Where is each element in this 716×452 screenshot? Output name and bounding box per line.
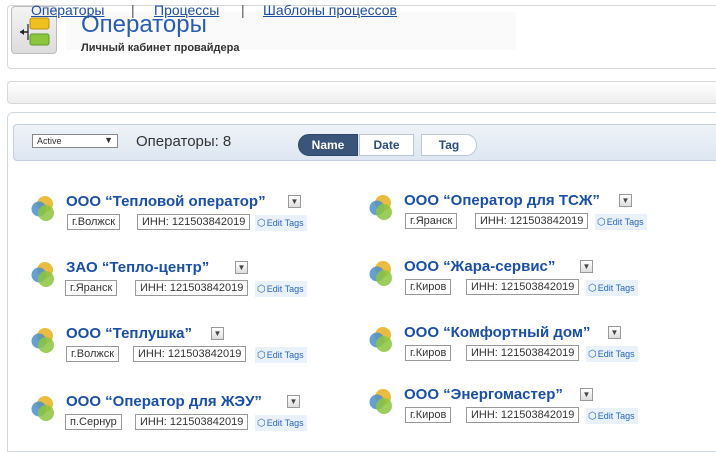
chevron-down-icon[interactable]: ▼	[235, 261, 248, 274]
edit-tags-button[interactable]: ⬡Edit Tags	[255, 215, 307, 231]
operator-name-link[interactable]: ООО “Энергомастер”	[404, 386, 563, 403]
edit-tags-button[interactable]: ⬡Edit Tags	[586, 408, 638, 424]
inn-tag: ИНН: 121503842019	[137, 214, 251, 230]
inn-tag: ИНН: 121503842019	[135, 280, 249, 296]
operator-circles-icon	[31, 196, 54, 221]
edit-tags-button[interactable]: ⬡Edit Tags	[255, 415, 307, 431]
tag-icon: ⬡	[257, 284, 266, 295]
inn-tag: ИНН: 121503842019	[466, 345, 580, 361]
operator-name-link[interactable]: ООО “Оператор для ЖЭУ”	[66, 393, 262, 410]
chevron-down-icon[interactable]: ▼	[608, 326, 621, 339]
page-subtitle: Личный кабинет провайдера	[81, 42, 240, 54]
operators-count-value: 8	[222, 133, 232, 150]
edit-tags-label: Edit Tags	[597, 349, 635, 359]
nav-separator: |	[131, 2, 135, 18]
chevron-down-icon[interactable]: ▼	[580, 388, 593, 401]
tag-icon: ⬡	[257, 350, 266, 361]
operator-circles-icon	[369, 389, 392, 414]
sort-by-date-button[interactable]: Date	[359, 134, 414, 156]
operators-count-label: Операторы:	[136, 133, 219, 150]
edit-tags-button[interactable]: ⬡Edit Tags	[595, 214, 647, 230]
edit-tags-label: Edit Tags	[597, 411, 635, 421]
nav-operators-link[interactable]: Операторы	[31, 2, 104, 18]
operators-count: Операторы: 8	[136, 133, 231, 150]
edit-tags-label: Edit Tags	[266, 350, 304, 360]
nav-processes-link[interactable]: Процессы	[154, 2, 219, 18]
chevron-down-icon[interactable]: ▼	[211, 327, 224, 340]
sort-by-tag-button[interactable]: Tag	[421, 134, 477, 156]
city-tag: г.Волжск	[66, 346, 120, 362]
chevron-down-icon[interactable]: ▼	[288, 195, 301, 208]
chevron-down-icon[interactable]: ▼	[619, 194, 632, 207]
nav-templates-link[interactable]: Шаблоны процессов	[263, 2, 397, 18]
city-tag: г.Волжск	[67, 214, 121, 230]
operator-circles-icon	[31, 396, 54, 421]
city-tag: г.Яранск	[405, 213, 458, 229]
operator-name-link[interactable]: ООО “Оператор для ТСЖ”	[404, 192, 600, 209]
city-tag: п.Сернур	[65, 414, 122, 430]
operator-circles-icon	[31, 328, 54, 353]
status-filter-value: Active	[37, 136, 62, 146]
operator-name-link[interactable]: ООО “Комфортный дом”	[404, 324, 590, 341]
operator-card: ООО “Тепловой оператор” ▼ г.Волжск ИНН: …	[31, 193, 361, 243]
city-tag: г.Яранск	[65, 280, 118, 296]
process-flow-icon	[20, 17, 50, 46]
operator-circles-icon	[369, 261, 392, 286]
inn-tag: ИНН: 121503842019	[466, 279, 580, 295]
city-tag: г.Киров	[405, 279, 452, 295]
operator-card: ООО “Оператор для ЖЭУ” ▼ п.Сернур ИНН: 1…	[31, 393, 361, 443]
tag-icon: ⬡	[257, 218, 266, 229]
tag-icon: ⬡	[588, 283, 597, 294]
edit-tags-label: Edit Tags	[606, 217, 644, 227]
operator-name-link[interactable]: ООО “Жара-сервис”	[404, 258, 555, 275]
chevron-down-icon[interactable]: ▼	[287, 395, 300, 408]
edit-tags-label: Edit Tags	[266, 218, 304, 228]
city-tag: г.Киров	[405, 407, 452, 423]
edit-tags-label: Edit Tags	[266, 418, 304, 428]
tag-icon: ⬡	[597, 217, 606, 228]
inn-tag: ИНН: 121503842019	[135, 414, 249, 430]
inn-tag: ИНН: 121503842019	[133, 346, 247, 362]
operator-card: ООО “Комфортный дом” ▼ г.Киров ИНН: 1215…	[369, 324, 699, 374]
operator-circles-icon	[369, 327, 392, 352]
edit-tags-button[interactable]: ⬡Edit Tags	[255, 347, 307, 363]
operator-card: ЗАО “Тепло-центр” ▼ г.Яранск ИНН: 121503…	[31, 259, 361, 309]
operator-card: ООО “Теплушка” ▼ г.Волжск ИНН: 121503842…	[31, 325, 361, 375]
chevron-down-icon[interactable]: ▼	[580, 260, 593, 273]
operator-card: ООО “Жара-сервис” ▼ г.Киров ИНН: 1215038…	[369, 258, 699, 308]
sort-by-name-button[interactable]: Name	[298, 134, 358, 156]
inn-tag: ИНН: 121503842019	[466, 407, 580, 423]
operator-name-link[interactable]: ООО “Теплушка”	[66, 325, 192, 342]
chevron-down-icon: ▼	[104, 135, 113, 145]
inn-tag: ИНН: 121503842019	[475, 213, 589, 229]
edit-tags-label: Edit Tags	[597, 283, 635, 293]
tag-icon: ⬡	[257, 418, 266, 429]
tag-icon: ⬡	[588, 411, 597, 422]
operator-circles-icon	[31, 262, 54, 287]
tag-icon: ⬡	[588, 349, 597, 360]
status-filter-select[interactable]: Active ▼	[32, 134, 118, 148]
edit-tags-button[interactable]: ⬡Edit Tags	[586, 346, 638, 362]
nav-bar	[7, 81, 716, 104]
operator-name-link[interactable]: ЗАО “Тепло-центр”	[66, 259, 209, 276]
operator-card: ООО “Оператор для ТСЖ” ▼ г.Яранск ИНН: 1…	[369, 192, 699, 242]
city-tag: г.Киров	[405, 345, 452, 361]
operator-circles-icon	[369, 195, 392, 220]
edit-tags-button[interactable]: ⬡Edit Tags	[255, 281, 307, 297]
nav-separator: |	[241, 2, 245, 18]
edit-tags-label: Edit Tags	[266, 284, 304, 294]
operator-card: ООО “Энергомастер” ▼ г.Киров ИНН: 121503…	[369, 386, 699, 436]
operator-name-link[interactable]: ООО “Тепловой оператор”	[66, 193, 266, 210]
edit-tags-button[interactable]: ⬡Edit Tags	[586, 280, 638, 296]
